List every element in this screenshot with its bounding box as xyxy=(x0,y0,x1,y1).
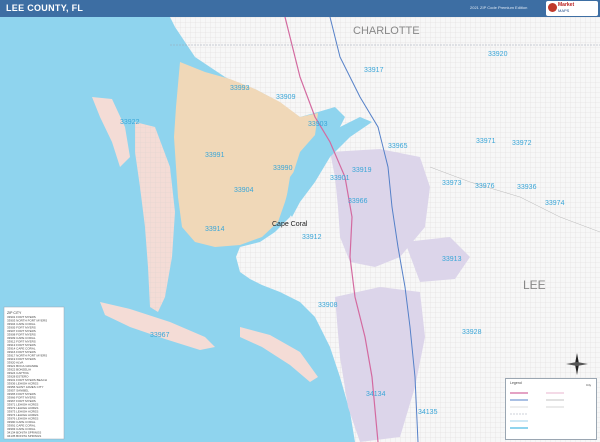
zip-label: 33917 xyxy=(364,67,384,74)
zip-label: 33974 xyxy=(545,200,565,207)
county-label-lee: LEE xyxy=(523,278,546,292)
title-bar: LEE COUNTY, FL 2021 ZIP Code Premium Edi… xyxy=(0,0,600,17)
globe-icon xyxy=(548,3,557,12)
zip-label: 33913 xyxy=(442,256,462,263)
brand-line-2: MAPS xyxy=(558,8,570,13)
zip-label: 33922 xyxy=(120,119,140,126)
city-label-cape-coral: Cape Coral xyxy=(272,221,308,228)
compass-rose-icon xyxy=(565,352,589,376)
legend-city-label: City xyxy=(586,383,592,387)
zip-label: 33908 xyxy=(318,302,338,309)
zip-label: 33976 xyxy=(475,183,495,190)
zip-label: 33972 xyxy=(512,140,532,147)
zip-label: 33909 xyxy=(276,94,296,101)
zip-label: 33967 xyxy=(150,332,170,339)
county-label-charlotte: CHARLOTTE xyxy=(353,25,420,37)
zip-label: 34134 xyxy=(366,391,386,398)
zip-label: 33993 xyxy=(230,85,250,92)
zip-label: 33920 xyxy=(488,51,508,58)
legend-lines xyxy=(510,392,564,429)
edition-text: 2021 ZIP Code Premium Edition xyxy=(470,5,528,10)
map-page: LEE COUNTY, FL 2021 ZIP Code Premium Edi… xyxy=(0,0,600,442)
zip-label: 34135 xyxy=(418,409,438,416)
zip-label: 33973 xyxy=(442,180,462,187)
brand-logo: Market MAPS xyxy=(546,1,598,16)
zip-label: 33991 xyxy=(205,152,225,159)
zip-label: 33971 xyxy=(476,138,496,145)
zip-label: 33928 xyxy=(462,329,482,336)
zip-label: 33912 xyxy=(302,234,322,241)
map-title: LEE COUNTY, FL xyxy=(6,3,84,13)
zip-label: 33903 xyxy=(308,121,328,128)
zip-label: 33901 xyxy=(330,175,350,182)
zip-table-row: 34135 BONITA SPRINGS xyxy=(7,434,41,438)
zip-label: 33966 xyxy=(348,198,368,205)
zip-label: 33965 xyxy=(388,143,408,150)
legend: Legend xyxy=(505,378,597,440)
zip-label: 33914 xyxy=(205,226,225,233)
zip-label: 33990 xyxy=(273,165,293,172)
zip-label: 33904 xyxy=(234,187,254,194)
zip-label: 33936 xyxy=(517,184,537,191)
zip-label: 33919 xyxy=(352,167,372,174)
